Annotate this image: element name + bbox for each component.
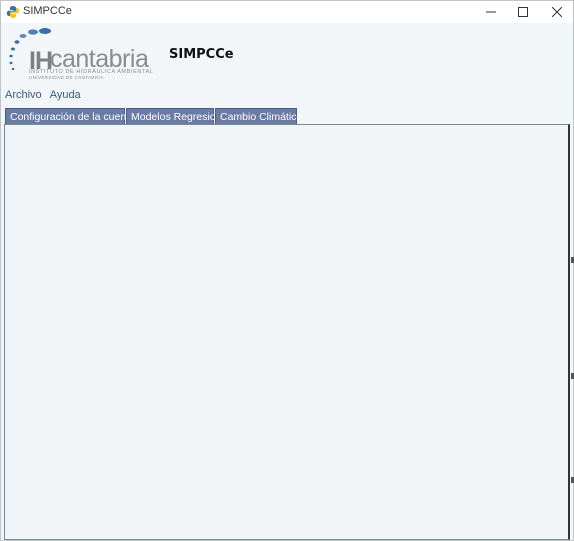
close-button[interactable] [541, 1, 573, 23]
menu-archivo[interactable]: Archivo [5, 89, 42, 103]
minimize-icon [486, 11, 496, 13]
app-title: SIMPCCe [169, 47, 234, 62]
app-window: SIMPCCe IH cantabria INSTITUTO DE HIDRÁU… [0, 0, 574, 541]
title-bar[interactable]: SIMPCCe [1, 1, 573, 23]
tab-content-panel [4, 124, 570, 540]
ihcantabria-logo: IH cantabria INSTITUTO DE HIDRÁULICA AMB… [7, 26, 157, 84]
maximize-icon [518, 7, 528, 17]
python-app-icon [6, 6, 20, 18]
menu-bar: Archivo Ayuda [5, 89, 81, 103]
tab-cambio-climatico[interactable]: Cambio Climático [215, 108, 302, 124]
tab-configuracion-cuenca[interactable]: Configuración de la cuenca [5, 108, 137, 124]
tab-modelos-regresion[interactable]: Modelos Regresion [126, 108, 221, 124]
logo-subtitle-university: UNIVERSIDAD DE CANTABRIA [29, 75, 104, 80]
window-title: SIMPCCe [23, 5, 72, 17]
minimize-button[interactable] [475, 1, 507, 23]
close-icon [552, 7, 562, 17]
menu-ayuda[interactable]: Ayuda [50, 89, 81, 103]
maximize-button[interactable] [507, 1, 539, 23]
tab-bar: Configuración de la cuenca Modelos Regre… [5, 108, 302, 124]
